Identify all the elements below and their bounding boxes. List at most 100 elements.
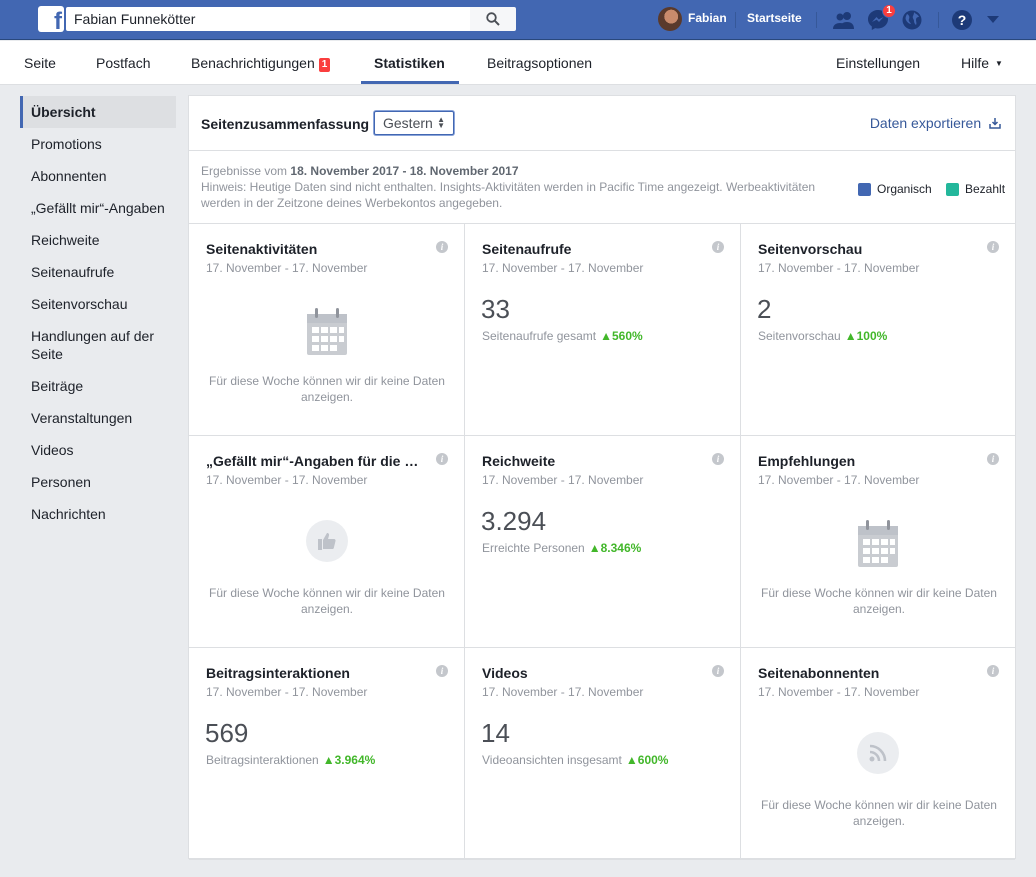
tab-benachrichtigungen-label: Benachrichtigungen <box>191 55 315 71</box>
delta-value: 100% <box>856 329 888 343</box>
divider <box>938 12 939 28</box>
metric-label-row: Seitenvorschau ▲100% <box>758 329 887 343</box>
sidebar-item-beitraege[interactable]: Beiträge <box>20 370 176 402</box>
card-title: Seitenaktivitäten <box>206 241 318 257</box>
divider <box>816 12 817 28</box>
search-button[interactable] <box>470 7 516 31</box>
sidebar-item-seitenvorschau[interactable]: Seitenvorschau <box>20 288 176 320</box>
sidebar-item-handlungen[interactable]: Handlungen auf der Seite <box>20 320 176 370</box>
sidebar-item-abonnenten[interactable]: Abonnenten <box>20 160 176 192</box>
settings-link[interactable]: Einstellungen <box>836 55 920 71</box>
info-icon[interactable]: i <box>987 453 999 465</box>
sidebar-item-gefaellt-mir[interactable]: „Gefällt mir“-Angaben <box>20 192 176 224</box>
info-icon[interactable]: i <box>712 453 724 465</box>
card-date: 17. November - 17. November <box>758 473 920 487</box>
metric-delta: ▲3.964% <box>322 753 376 767</box>
svg-text:?: ? <box>958 12 967 28</box>
metric-card-empfehlungen[interactable]: Empfehlungen i 17. November - 17. Novemb… <box>741 436 1015 648</box>
calendar-icon <box>306 308 348 359</box>
tab-statistiken[interactable]: Statistiken <box>374 55 445 71</box>
caret-down-icon: ▼ <box>995 59 1003 68</box>
sidebar-item-promotions[interactable]: Promotions <box>20 128 176 160</box>
card-date: 17. November - 17. November <box>758 685 920 699</box>
top-bar: f Fabian Funnekötter Fabian Startseite 1… <box>0 0 1036 40</box>
info-icon[interactable]: i <box>712 241 724 253</box>
metric-label-row: Seitenaufrufe gesamt ▲560% <box>482 329 643 343</box>
tab-seite[interactable]: Seite <box>24 55 56 71</box>
search-icon <box>486 12 500 26</box>
metric-card-seitenabonnenten[interactable]: Seitenabonnenten i 17. November - 17. No… <box>741 648 1015 860</box>
empty-state-text: Für diese Woche können wir dir keine Dat… <box>209 586 445 616</box>
info-icon[interactable]: i <box>436 453 448 465</box>
info-icon[interactable]: i <box>712 665 724 677</box>
metric-card-gefaellt-mir[interactable]: „Gefällt mir“-Angaben für die Seite i 17… <box>189 436 465 648</box>
empty-state-text: Für diese Woche können wir dir keine Dat… <box>209 374 445 404</box>
metric-label: Videoansichten insgesamt <box>482 753 622 767</box>
metric-card-seitenvorschau[interactable]: Seitenvorschau i 17. November - 17. Nove… <box>741 224 1015 436</box>
results-info: Ergebnisse vom 18. November 2017 - 18. N… <box>201 163 841 211</box>
sidebar-item-uebersicht[interactable]: Übersicht <box>20 96 176 128</box>
metric-card-beitragsinteraktionen[interactable]: Beitragsinteraktionen i 17. November - 1… <box>189 648 465 860</box>
home-link[interactable]: Startseite <box>747 11 802 25</box>
card-title: Seitenabonnenten <box>758 665 880 681</box>
metric-card-seitenaufrufe[interactable]: Seitenaufrufe i 17. November - 17. Novem… <box>465 224 741 436</box>
metric-card-reichweite[interactable]: Reichweite i 17. November - 17. November… <box>465 436 741 648</box>
metric-card-seitenaktivitaeten[interactable]: Seitenaktivitäten i 17. November - 17. N… <box>189 224 465 436</box>
metric-label: Seitenaufrufe gesamt <box>482 329 597 343</box>
divider <box>735 12 736 28</box>
tab-postfach[interactable]: Postfach <box>96 55 150 71</box>
metric-label-row: Videoansichten insgesamt ▲600% <box>482 753 668 767</box>
sidebar-item-personen[interactable]: Personen <box>20 466 176 498</box>
date-range-select[interactable]: Gestern ▲ ▼ <box>374 111 454 135</box>
profile-link[interactable]: Fabian <box>688 11 727 25</box>
card-title: „Gefällt mir“-Angaben für die Seite <box>206 453 426 469</box>
export-data-link[interactable]: Daten exportieren <box>870 115 1001 131</box>
metrics-grid: Seitenaktivitäten i 17. November - 17. N… <box>189 223 1015 860</box>
sidebar-item-reichweite[interactable]: Reichweite <box>20 224 176 256</box>
sidebar-item-veranstaltungen[interactable]: Veranstaltungen <box>20 402 176 434</box>
help-menu-label: Hilfe <box>961 55 990 71</box>
tab-beitragsoptionen[interactable]: Beitragsoptionen <box>487 55 592 71</box>
avatar[interactable] <box>658 7 682 31</box>
card-title: Seitenaufrufe <box>482 241 572 257</box>
results-prefix: Ergebnisse vom <box>201 164 288 178</box>
info-icon[interactable]: i <box>987 241 999 253</box>
help-icon[interactable]: ? <box>950 8 974 32</box>
help-menu[interactable]: Hilfe ▼ <box>961 55 1003 71</box>
thumbs-up-icon <box>305 520 348 562</box>
active-tab-indicator <box>361 81 459 84</box>
card-date: 17. November - 17. November <box>206 685 368 699</box>
sidebar-item-seitenaufrufe[interactable]: Seitenaufrufe <box>20 256 176 288</box>
card-date: 17. November - 17. November <box>482 261 644 275</box>
metric-value: 569 <box>205 718 249 748</box>
card-date: 17. November - 17. November <box>206 473 368 487</box>
info-icon[interactable]: i <box>987 665 999 677</box>
tab-benachrichtigungen[interactable]: Benachrichtigungen 1 <box>191 55 331 72</box>
delta-value: 3.964% <box>334 753 376 767</box>
metric-label-row: Erreichte Personen ▲8.346% <box>482 541 641 555</box>
metric-label-row: Beitragsinteraktionen ▲3.964% <box>206 753 375 767</box>
info-icon[interactable]: i <box>436 665 448 677</box>
legend-swatch <box>858 182 871 196</box>
rss-icon <box>857 732 899 774</box>
info-icon[interactable]: i <box>436 241 448 253</box>
messages-badge: 1 <box>882 4 896 18</box>
card-date: 17. November - 17. November <box>758 261 920 275</box>
metric-delta: ▲8.346% <box>588 541 642 555</box>
friends-icon[interactable] <box>832 8 856 32</box>
metric-delta: ▲600% <box>625 753 669 767</box>
sidebar-item-nachrichten[interactable]: Nachrichten <box>20 498 176 530</box>
page-nav: Seite Postfach Benachrichtigungen 1 Stati… <box>0 41 1036 85</box>
legend-label: Bezahlt <box>965 182 1006 196</box>
facebook-logo-icon[interactable]: f <box>38 6 64 32</box>
page-title: Seitenzusammenfassung <box>201 116 370 132</box>
insights-sidebar: Übersicht Promotions Abonnenten „Gefällt… <box>20 96 176 530</box>
caret-down-icon[interactable] <box>981 8 1005 32</box>
search-input[interactable]: Fabian Funnekötter <box>66 7 470 31</box>
sidebar-item-videos[interactable]: Videos <box>20 434 176 466</box>
card-date: 17. November - 17. November <box>206 261 368 275</box>
empty-state-text: Für diese Woche können wir dir keine Dat… <box>761 798 997 828</box>
metric-card-videos[interactable]: Videos i 17. November - 17. November 14 … <box>465 648 741 860</box>
card-title: Seitenvorschau <box>758 241 863 257</box>
globe-icon[interactable] <box>900 8 924 32</box>
